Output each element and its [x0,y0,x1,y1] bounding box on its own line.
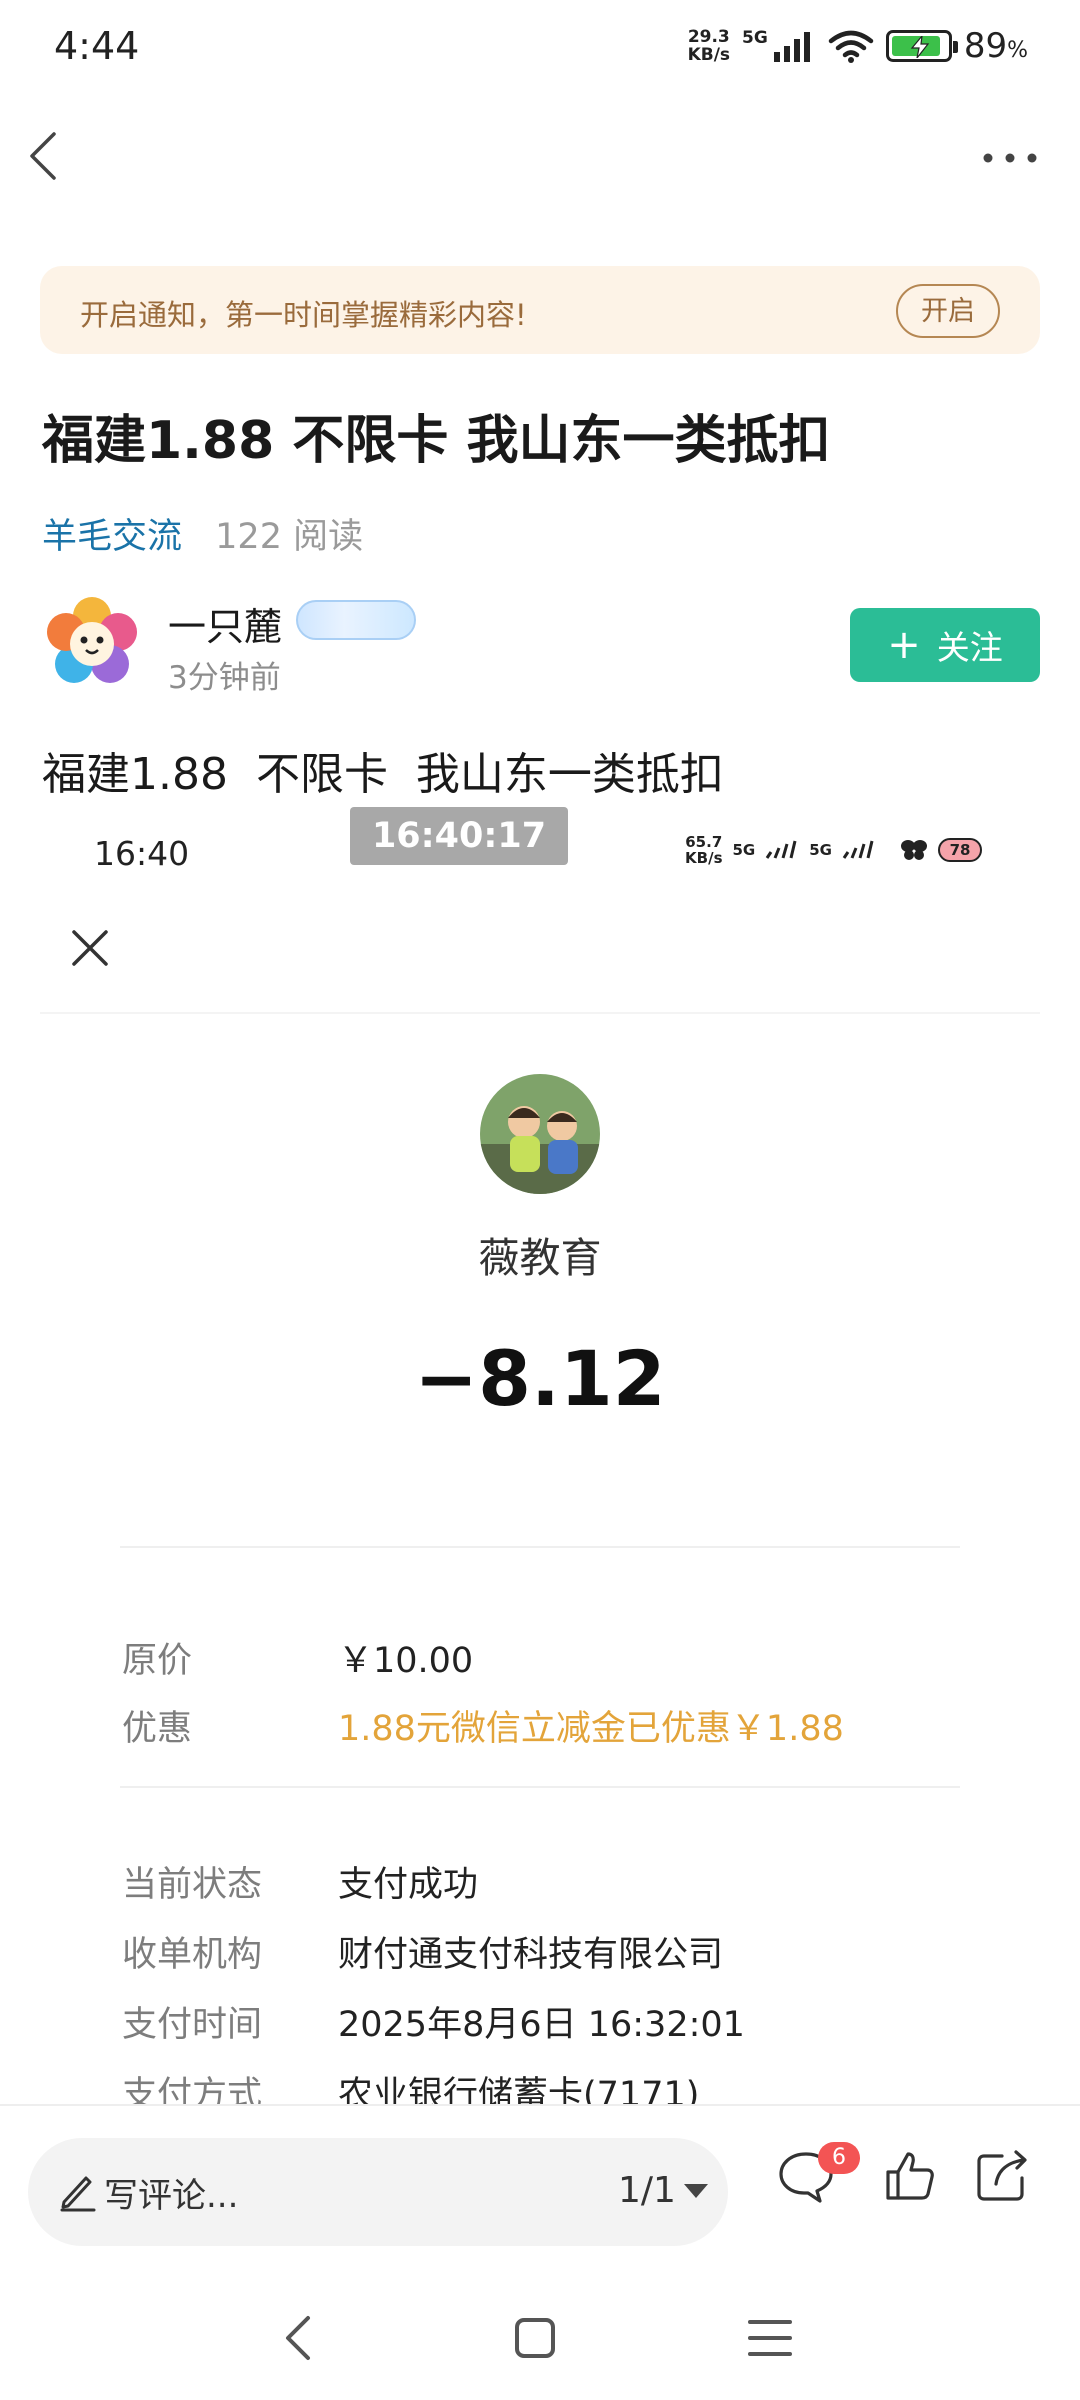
screenshot-network-type-2: 5G [809,841,832,859]
screenshot-network-speed: 65.7 KB/s [685,833,723,867]
battery-icon [885,30,958,62]
author-badge [296,600,416,640]
acquirer-value: 财付通支付科技有限公司 [338,1935,724,1975]
status-bar: 4:44 29.3 KB/s 5G 89% [0,0,1080,100]
follow-button[interactable]: + 关注 [850,608,1040,682]
system-menu-icon[interactable] [740,2308,800,2368]
close-icon[interactable] [68,926,112,970]
status-label: 当前状态 [122,1865,263,1905]
plus-icon: + [887,622,921,668]
status-icons: 29.3 KB/s 5G 89% [688,26,1028,66]
original-price-label: 原价 [122,1641,193,1681]
signal-bars-icon [773,32,810,62]
comment-input[interactable]: 写评论... 1/1 [28,2138,728,2246]
merchant-avatar [480,1074,600,1194]
original-price-value: ￥10.00 [338,1641,474,1681]
acquirer-label: 收单机构 [122,1935,263,1975]
discount-label: 优惠 [122,1709,193,1749]
screenshot-network-type: 5G [732,841,756,859]
network-speed: 29.3 KB/s [687,27,731,65]
divider [40,1012,1040,1014]
screenshot-butterfly-icon [901,840,927,860]
pay-time-label: 支付时间 [122,2005,263,2045]
notification-text: 开启通知，第一时间掌握精彩内容! [80,298,527,332]
embedded-payment-screenshot[interactable]: 16:40 16:40:17 65.7 KB/s 5G 5G 78 薇教育 −8… [40,800,1040,2110]
system-navigation-bar [0,2264,1080,2400]
screenshot-timestamp-overlay: 16:40:17 [350,807,568,865]
author-name[interactable]: 一只麓 [168,596,282,651]
page-dropdown-icon[interactable] [684,2184,708,2198]
notification-banner: 开启通知，第一时间掌握精彩内容! 开启 [40,266,1040,354]
screenshot-battery: 78 [938,838,982,862]
comment-placeholder: 写评论... [104,2176,239,2216]
network-type-label: 5G [742,28,768,48]
comment-count-badge: 6 [818,2142,860,2174]
thumbs-up-icon[interactable] [880,2146,940,2206]
back-chevron-icon[interactable] [20,126,70,186]
screenshot-status-icons: 65.7 KB/s 5G 5G 78 [685,834,982,866]
divider [120,1786,960,1788]
read-count: 122 阅读 [215,517,364,557]
author-avatar[interactable] [46,596,138,688]
page-indicator[interactable]: 1/1 [618,2170,676,2211]
divider [120,1546,960,1548]
screenshot-signal-icon [766,840,797,859]
more-dots-icon[interactable] [980,138,1040,178]
battery-percent: 89% [963,26,1028,66]
pay-time-value: 2025年8月6日 16:32:01 [338,2005,745,2045]
bottom-action-bar: 写评论... 1/1 6 [0,2104,1080,2264]
screenshot-signal-icon-2 [842,840,874,859]
battery-level-fill [891,36,940,58]
wifi-icon [828,30,874,63]
pencil-icon [60,2176,96,2212]
charging-bolt-icon [910,36,930,58]
enable-notification-button[interactable]: 开启 [896,284,1000,338]
post-time: 3分钟前 [168,660,281,696]
merchant-name: 薇教育 [478,1234,602,1282]
system-home-icon[interactable] [505,2308,565,2368]
system-back-icon[interactable] [270,2308,330,2368]
discount-value: 1.88元微信立减金已优惠￥1.88 [338,1709,844,1749]
screenshot-status-time: 16:40 [94,834,190,873]
status-time: 4:44 [54,24,140,68]
category-link[interactable]: 羊毛交流 [42,517,182,557]
post-meta: 羊毛交流 122 阅读 [42,508,363,559]
status-value: 支付成功 [338,1865,479,1905]
post-body-text: 福建1.88 不限卡 我山东一类抵扣 [42,749,724,800]
payment-amount: −8.12 [414,1334,666,1423]
share-icon[interactable] [972,2146,1032,2206]
post-title: 福建1.88 不限卡 我山东一类抵扣 [42,411,831,471]
